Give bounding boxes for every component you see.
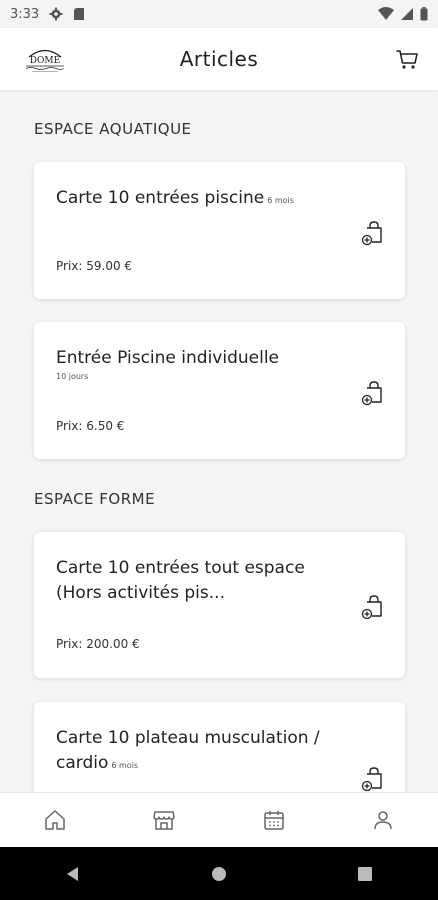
article-card[interactable]: Carte 10 entrées tout espace (Hors activ…	[34, 532, 405, 678]
page-title: Articles	[179, 47, 259, 71]
sd-card-icon	[74, 8, 85, 20]
article-duration: 10 jours	[56, 372, 89, 381]
svg-text:DOME: DOME	[30, 56, 60, 66]
article-duration: 6 mois	[267, 196, 294, 205]
add-to-bag-icon[interactable]	[359, 379, 387, 407]
article-name: Carte 10 entrées tout espace (Hors activ…	[56, 558, 305, 603]
dome-logo-icon: DOME	[25, 49, 65, 72]
home-icon	[45, 810, 65, 830]
status-time: 3:33	[10, 6, 40, 22]
article-card[interactable]: Carte 10 entrées piscine 6 mois Prix: 59.…	[34, 162, 405, 299]
section-title-aquatique: ESPACE AQUATIQUE	[34, 120, 192, 138]
nav-profile[interactable]	[363, 800, 403, 840]
articles-list[interactable]: ESPACE AQUATIQUE Carte 10 entrées piscin…	[0, 90, 438, 792]
add-to-bag-icon[interactable]	[359, 219, 387, 247]
article-name: Carte 10 entrées piscine 6 mois	[56, 188, 294, 208]
article-name: Entrée Piscine individuelle	[56, 348, 280, 368]
article-price: Prix: 6.50 €	[56, 419, 125, 433]
app-header: DOME Articles	[0, 28, 438, 90]
add-to-bag-icon[interactable]	[359, 765, 387, 792]
signal-icon	[401, 8, 413, 20]
recents-icon[interactable]	[356, 865, 374, 883]
article-price: Prix: 59.00 €	[56, 259, 133, 273]
store-icon	[153, 811, 175, 830]
system-nav-bar	[0, 847, 438, 900]
section-title-forme: ESPACE FORME	[34, 490, 156, 508]
wifi-icon	[378, 7, 394, 20]
cart-icon[interactable]	[394, 46, 420, 72]
article-card[interactable]: Entrée Piscine individuelle 10 jours Pri…	[34, 322, 405, 459]
back-icon[interactable]	[64, 865, 82, 883]
nav-home[interactable]	[35, 800, 75, 840]
nav-calendar[interactable]	[254, 800, 294, 840]
battery-icon	[420, 7, 428, 21]
add-to-bag-icon[interactable]	[359, 593, 387, 621]
settings-icon	[49, 7, 63, 21]
calendar-icon	[264, 811, 284, 830]
status-bar: 3:33	[0, 0, 438, 28]
article-card[interactable]: Carte 10 plateau musculation / cardio 6 m…	[34, 702, 405, 792]
article-name: Carte 10 plateau musculation / cardio 6 m…	[56, 728, 320, 773]
nav-shop[interactable]	[144, 800, 184, 840]
bottom-nav	[0, 792, 438, 847]
user-icon	[374, 811, 392, 830]
home-button-icon[interactable]	[210, 865, 228, 883]
article-price: Prix: 200.00 €	[56, 637, 140, 651]
article-duration: 6 mois	[111, 761, 139, 770]
